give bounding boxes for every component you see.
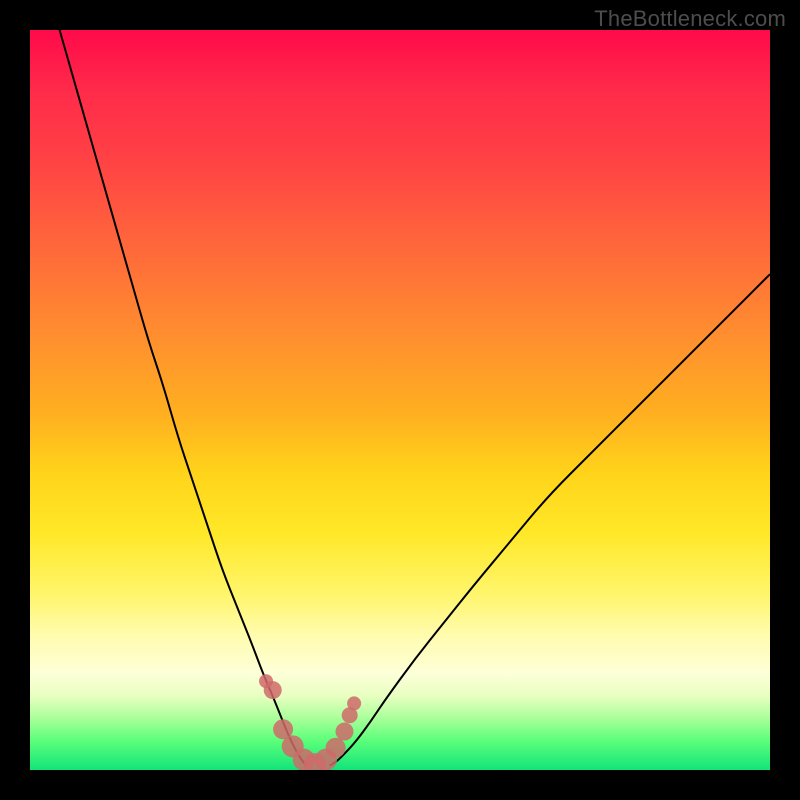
valley-dots-group — [259, 674, 361, 770]
left-curve-path — [60, 30, 307, 766]
valley-dot — [336, 723, 354, 741]
watermark-text: TheBottleneck.com — [594, 6, 786, 32]
chart-svg — [30, 30, 770, 770]
valley-dot — [326, 738, 346, 758]
right-curve-path — [330, 274, 770, 765]
valley-dot — [264, 681, 282, 699]
chart-frame: TheBottleneck.com — [0, 0, 800, 800]
plot-area — [30, 30, 770, 770]
valley-dot — [347, 696, 361, 710]
